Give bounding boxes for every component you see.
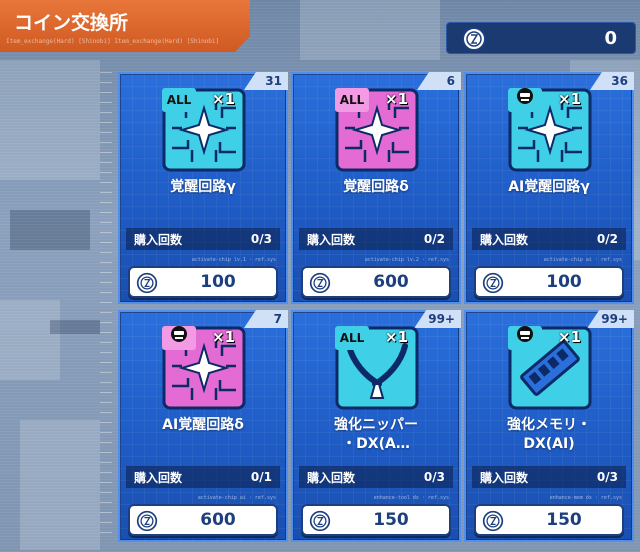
target-tag: ALL [335,326,369,350]
item-icon-area: ×1 [508,326,592,410]
page-subtitle: Item_exchange(Hard) [Shinobi] Item_excha… [6,38,220,45]
item-name: 覚醒回路δ [343,179,409,195]
item-name: 強化ニッパー ・DX(A… [334,417,418,452]
exchange-price-button[interactable]: 600 [301,266,451,298]
price-value: 600 [200,510,236,530]
target-tag: ALL [162,88,196,112]
item-icon-area: ALL ×1 [335,326,419,410]
tag-label: ALL [339,331,365,345]
chip-icon [162,88,246,176]
card-meta-text: enhance-tool dx · ref.sys [373,495,449,501]
item-quantity: ×1 [385,328,409,346]
item-icon-area: ×1 [508,88,592,172]
ruler-decoration [100,72,112,542]
purchase-count-label: 購入回数 [307,232,356,247]
purchase-count-label: 購入回数 [480,232,529,247]
purchase-count-value: 0/3 [423,470,445,484]
exchange-price-button[interactable]: 150 [301,504,451,536]
coin-icon [461,26,487,56]
item-icon-area: ALL ×1 [335,88,419,172]
card-meta-text: activate-chip lv.1 · ref.sys [191,257,276,263]
purchase-count-label: 購入回数 [480,470,529,485]
purchase-count-label: 購入回数 [307,470,356,485]
ai-head-icon [170,325,188,351]
coin-icon [482,510,504,536]
price-value: 600 [373,272,409,292]
exchange-price-button[interactable]: 150 [474,504,624,536]
ai-head-icon [516,325,534,351]
exchange-item-card[interactable]: 99+ ALL ×1 強化ニッパー ・DX(A… 購入回数 0/3 enhance-tool… [291,310,461,542]
purchase-count-value: 0/3 [596,470,618,484]
target-tag: ALL [335,88,369,112]
chip-icon [162,326,246,414]
ai-head-icon [516,87,534,113]
exchange-item-card[interactable]: 99+ ×1 強化メモリ・ DX(AI) 購入回数 0/3 enhance-mem dx … [464,310,634,542]
item-icon-area: ALL ×1 [162,88,246,172]
price-value: 150 [546,510,582,530]
chip-icon [335,88,419,176]
chip-icon [508,88,592,176]
purchase-count-value: 0/2 [423,232,445,246]
coin-icon [136,272,158,298]
tag-label: ALL [166,93,192,107]
card-meta-text: activate-chip ai · ref.sys [197,495,276,501]
purchase-count-row: 購入回数 0/3 [299,466,453,488]
purchase-count-value: 0/1 [250,470,272,484]
purchase-count-label: 購入回数 [134,470,183,485]
item-name: AI覚醒回路γ [508,179,590,195]
item-quantity: ×1 [558,328,582,346]
exchange-price-button[interactable]: 100 [474,266,624,298]
item-icon-area: ×1 [162,326,246,410]
tag-label: ALL [339,93,365,107]
target-tag [508,88,542,112]
item-quantity: ×1 [558,90,582,108]
exchange-item-card[interactable]: 7 ×1 AI覚醒回路δ 購入回数 0/1 activate-chip ai · ref.… [118,310,288,542]
target-tag [508,326,542,350]
item-quantity: ×1 [212,328,236,346]
purchase-count-row: 購入回数 0/3 [472,466,626,488]
card-meta-text: activate-chip ai · ref.sys [543,257,622,263]
coin-icon [482,272,504,298]
nipper-icon [335,326,419,414]
coin-icon [309,272,331,298]
purchase-count-label: 購入回数 [134,232,183,247]
exchange-item-card[interactable]: 31 ALL ×1 覚醒回路γ 購入回数 0/3 activate-chip lv.1 · … [118,72,288,304]
coin-icon [309,510,331,536]
item-quantity: ×1 [385,90,409,108]
title-bar: コイン交換所 Item_exchange(Hard) [Shinobi] Ite… [0,0,250,52]
item-quantity: ×1 [212,90,236,108]
price-value: 100 [200,272,236,292]
purchase-count-value: 0/3 [250,232,272,246]
item-name: 覚醒回路γ [170,179,236,195]
exchange-item-card[interactable]: 36 ×1 AI覚醒回路γ 購入回数 0/2 activate-chip ai · ref… [464,72,634,304]
item-name: 強化メモリ・ DX(AI) [507,417,591,452]
purchase-count-row: 購入回数 0/3 [126,228,280,250]
page-title: コイン交換所 [14,12,129,34]
coin-icon [136,510,158,536]
exchange-item-card[interactable]: 6 ALL ×1 覚醒回路δ 購入回数 0/2 activate-chip lv.2 · r… [291,72,461,304]
price-value: 100 [546,272,582,292]
card-meta-text: enhance-mem dx · ref.sys [549,495,622,501]
price-value: 150 [373,510,409,530]
purchase-count-row: 購入回数 0/2 [299,228,453,250]
card-meta-text: activate-chip lv.2 · ref.sys [364,257,449,263]
coin-count: 0 [604,28,617,49]
target-tag [162,326,196,350]
item-name: AI覚醒回路δ [162,417,244,433]
purchase-count-row: 購入回数 0/1 [126,466,280,488]
exchange-price-button[interactable]: 600 [128,504,278,536]
coin-counter: 0 [446,22,636,54]
memory-icon [508,326,592,414]
purchase-count-row: 購入回数 0/2 [472,228,626,250]
exchange-price-button[interactable]: 100 [128,266,278,298]
purchase-count-value: 0/2 [596,232,618,246]
